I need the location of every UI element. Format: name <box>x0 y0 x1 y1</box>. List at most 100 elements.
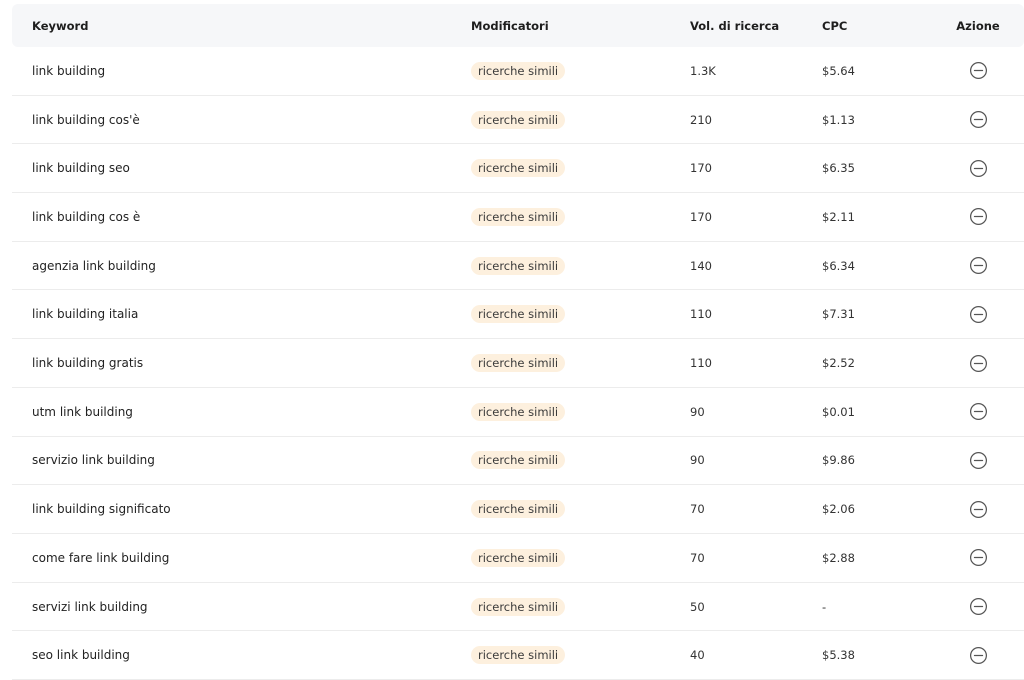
remove-keyword-button[interactable] <box>968 110 988 130</box>
action-cell <box>954 47 1002 95</box>
minus-circle-icon <box>969 500 987 518</box>
keyword-cell: servizio link building <box>32 453 155 468</box>
table-row: link building gratis ricerche simili 110 $2… <box>12 339 1024 388</box>
modifier-badge[interactable]: ricerche simili <box>471 451 566 470</box>
header-modifiers: Modificatori <box>471 18 549 33</box>
header-action: Azione <box>956 18 1000 33</box>
table-row: utm link building ricerche simili 90 $0.01 <box>12 388 1024 437</box>
action-cell <box>954 583 1002 631</box>
table-row: agenzia link building ricerche simili 140 $… <box>12 242 1024 291</box>
modifier-cell: ricerche simili <box>471 485 566 533</box>
action-cell <box>954 437 1002 485</box>
keyword-cell: link building gratis <box>32 356 144 371</box>
remove-keyword-button[interactable] <box>968 256 988 276</box>
action-cell <box>954 291 1002 339</box>
modifier-badge[interactable]: ricerche simili <box>471 305 566 324</box>
keyword-cell: agenzia link building <box>32 258 156 273</box>
header-volume[interactable]: Vol. di ricerca <box>690 4 779 47</box>
table-row: link building italia ricerche simili 110 $7… <box>12 291 1024 340</box>
table-row: link building seo ricerche simili 170 $6.35 <box>12 144 1024 194</box>
header-keyword[interactable]: Keyword <box>32 4 88 47</box>
volume-cell: 90 <box>690 404 705 419</box>
cpc-cell: $2.06 <box>822 502 855 517</box>
volume-cell: 170 <box>690 209 712 224</box>
remove-keyword-button[interactable] <box>968 353 988 373</box>
remove-keyword-button[interactable] <box>968 304 988 324</box>
minus-circle-icon <box>969 111 987 129</box>
cpc-cell: $2.11 <box>822 209 855 224</box>
remove-keyword-button[interactable] <box>968 645 988 665</box>
action-cell <box>954 631 1002 679</box>
minus-circle-icon <box>969 598 987 616</box>
volume-cell: 1.3K <box>690 63 716 78</box>
action-cell <box>954 388 1002 436</box>
table-row: come fare link building ricerche simili 70… <box>12 534 1024 583</box>
cpc-cell: $0.01 <box>822 404 855 419</box>
minus-circle-icon <box>969 451 987 469</box>
volume-cell: 50 <box>690 599 705 614</box>
modifier-badge[interactable]: ricerche simili <box>471 256 566 275</box>
modifier-cell: ricerche simili <box>471 242 566 290</box>
volume-cell: 70 <box>690 502 705 517</box>
modifier-cell: ricerche simili <box>471 631 566 679</box>
table-row: link building cos'è ricerche simili 210 $1.… <box>12 96 1024 145</box>
keyword-cell: link building cos è <box>32 209 141 224</box>
modifier-badge[interactable]: ricerche simili <box>471 207 566 226</box>
action-cell <box>954 96 1002 144</box>
modifier-badge[interactable]: ricerche simili <box>471 500 566 519</box>
cpc-cell: $5.38 <box>822 648 855 663</box>
action-cell <box>954 242 1002 290</box>
modifier-badge[interactable]: ricerche simili <box>471 61 566 80</box>
modifier-cell: ricerche simili <box>471 437 566 485</box>
cpc-cell: $7.31 <box>822 307 855 322</box>
volume-cell: 90 <box>690 453 705 468</box>
keyword-cell: link building <box>32 63 106 78</box>
volume-cell: 170 <box>690 161 712 176</box>
minus-circle-icon <box>969 549 987 567</box>
modifier-badge[interactable]: ricerche simili <box>471 597 566 616</box>
modifier-badge[interactable]: ricerche simili <box>471 159 566 178</box>
minus-circle-icon <box>969 257 987 275</box>
modifier-cell: ricerche simili <box>471 96 566 144</box>
modifier-badge[interactable]: ricerche simili <box>471 110 566 129</box>
modifier-badge[interactable]: ricerche simili <box>471 402 566 421</box>
minus-circle-icon <box>969 354 987 372</box>
action-cell <box>954 193 1002 241</box>
volume-cell: 140 <box>690 258 712 273</box>
remove-keyword-button[interactable] <box>968 499 988 519</box>
action-cell <box>954 534 1002 582</box>
cpc-cell: $5.64 <box>822 63 855 78</box>
remove-keyword-button[interactable] <box>968 158 988 178</box>
modifier-cell: ricerche simili <box>471 534 566 582</box>
modifier-cell: ricerche simili <box>471 193 566 241</box>
remove-keyword-button[interactable] <box>968 207 988 227</box>
keyword-cell: link building cos'è <box>32 112 140 127</box>
header-cpc[interactable]: CPC <box>822 4 847 47</box>
remove-keyword-button[interactable] <box>968 61 988 81</box>
cpc-cell: - <box>822 599 827 614</box>
volume-cell: 40 <box>690 648 705 663</box>
table-row: link building ricerche simili 1.3K $5.64 <box>12 47 1024 96</box>
minus-circle-icon <box>969 159 987 177</box>
keyword-cell: servizi link building <box>32 599 148 614</box>
action-cell <box>954 339 1002 387</box>
modifier-cell: ricerche simili <box>471 47 566 95</box>
minus-circle-icon <box>969 305 987 323</box>
volume-cell: 210 <box>690 112 712 127</box>
action-cell <box>954 485 1002 533</box>
modifier-badge[interactable]: ricerche simili <box>471 548 566 567</box>
cpc-cell: $2.52 <box>822 356 855 371</box>
table-header: Keyword Modificatori Vol. di ricerca CPC… <box>12 4 1024 47</box>
volume-cell: 70 <box>690 550 705 565</box>
remove-keyword-button[interactable] <box>968 450 988 470</box>
remove-keyword-button[interactable] <box>968 548 988 568</box>
remove-keyword-button[interactable] <box>968 597 988 617</box>
minus-circle-icon <box>969 646 987 664</box>
modifier-badge[interactable]: ricerche simili <box>471 646 566 665</box>
modifier-badge[interactable]: ricerche simili <box>471 354 566 373</box>
remove-keyword-button[interactable] <box>968 402 988 422</box>
action-cell <box>954 144 1002 192</box>
table-row: link building significato ricerche simili… <box>12 485 1024 534</box>
modifier-cell: ricerche simili <box>471 388 566 436</box>
minus-circle-icon <box>969 62 987 80</box>
